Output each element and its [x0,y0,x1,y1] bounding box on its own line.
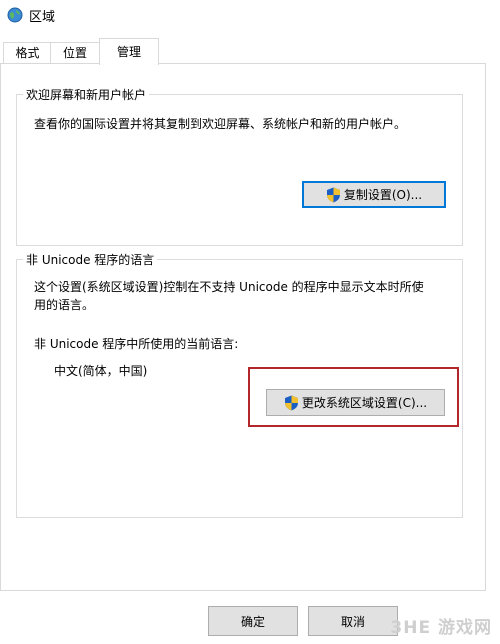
change-system-locale-button[interactable]: 更改系统区域设置(C)... [266,389,445,416]
current-language-value: 中文(简体，中国) [54,364,148,378]
watermark: 3HE 游戏网 [390,618,492,638]
copy-settings-button[interactable]: 复制设置(O)... [302,181,446,208]
copy-settings-label: 复制设置(O)... [343,188,423,202]
window-title: 区域 [29,10,56,25]
current-language-label: 非 Unicode 程序中所使用的当前语言: [34,337,239,351]
ok-button[interactable]: 确定 [208,606,298,636]
tab-location[interactable]: 位置 [50,42,100,64]
globe-icon [7,7,23,23]
change-system-locale-label: 更改系统区域设置(C)... [301,396,428,410]
welcome-group-legend: 欢迎屏幕和新用户帐户 [26,88,147,102]
tab-administrative[interactable]: 管理 [99,38,159,65]
unicode-group-legend: 非 Unicode 程序的语言 [26,253,155,267]
welcome-screen-group: 欢迎屏幕和新用户帐户 [16,86,463,246]
tab-format[interactable]: 格式 [3,42,52,64]
cancel-button[interactable]: 取消 [308,606,398,636]
welcome-description: 查看你的国际设置并将其复制到欢迎屏幕、系统帐户和新的用户帐户。 [34,117,407,131]
shield-icon [326,187,340,202]
title-bar: 区域 [0,0,500,30]
unicode-description-line2: 用的语言。 [34,298,95,312]
shield-icon [284,395,298,410]
tab-panel: 欢迎屏幕和新用户帐户 查看你的国际设置并将其复制到欢迎屏幕、系统帐户和新的用户帐… [0,63,486,591]
tab-strip: 格式 位置 管理 [0,38,500,65]
unicode-description-line1: 这个设置(系统区域设置)控制在不支持 Unicode 的程序中显示文本时所使 [34,280,424,294]
